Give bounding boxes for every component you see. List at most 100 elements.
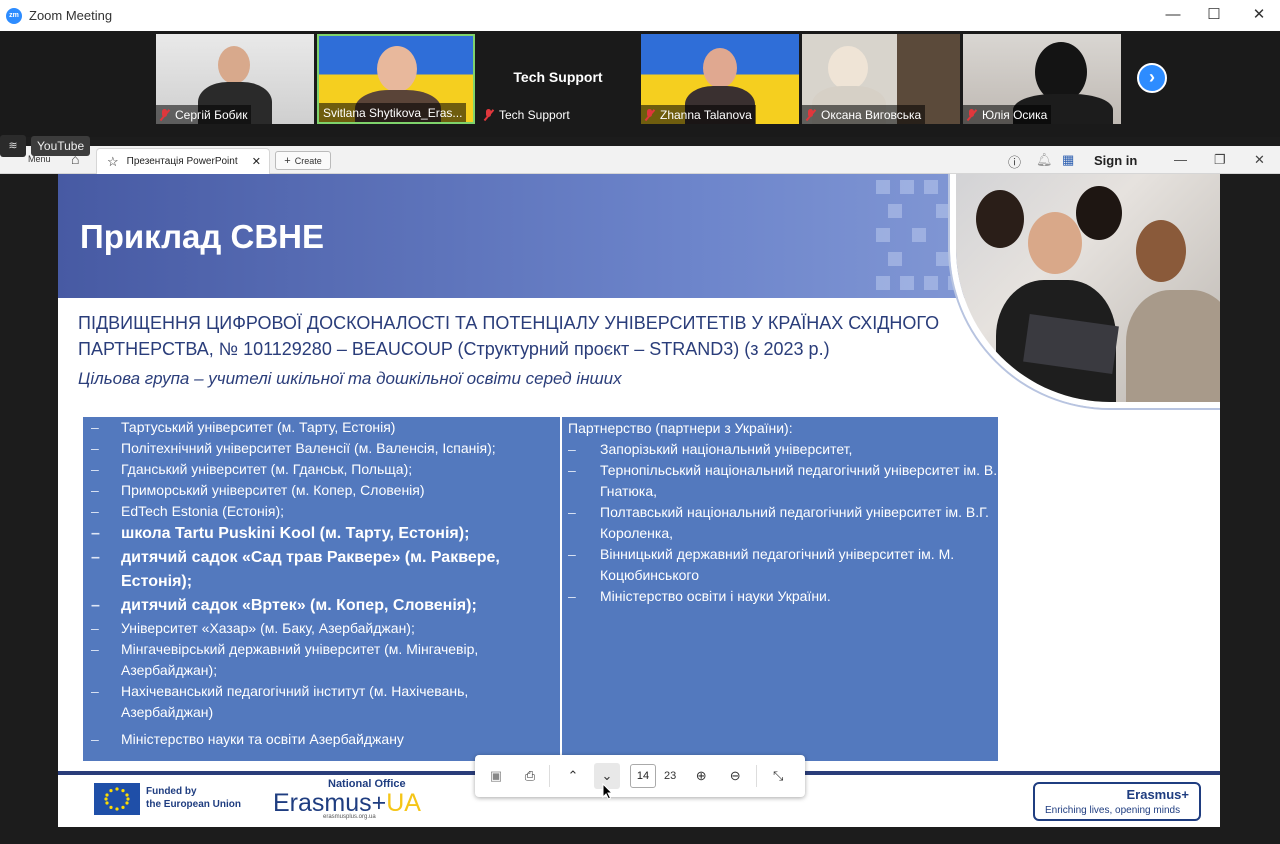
help-icon[interactable]: ⓘ <box>1008 152 1021 171</box>
list-item-text: Нахічеванський педагогічний інститут (м.… <box>121 683 469 720</box>
dash-bullet: – <box>91 503 99 519</box>
erasmus-badge-title: Erasmus+ <box>1126 787 1189 802</box>
video-tile[interactable]: Юлія Осика <box>963 34 1121 124</box>
list-item: – Міністерство науки та освіти Азербайджа… <box>91 729 560 750</box>
browser-tab[interactable]: ☆ Презентація PowerPoint ✕ <box>96 148 270 174</box>
dash-bullet: – <box>91 549 100 566</box>
toolbar-separator <box>549 765 550 787</box>
page-number-input[interactable]: 14 <box>630 764 656 788</box>
target-group-subheading: Цільова група – учителі шкільної та дошк… <box>78 369 622 388</box>
list-item-text: дитячий садок «Сад трав Раквере» (м. Рак… <box>121 549 500 590</box>
dash-bullet: – <box>568 588 576 604</box>
print-icon[interactable]: ⎙ <box>517 763 543 789</box>
dash-bullet: – <box>91 620 99 636</box>
bottom-bar <box>0 827 1280 844</box>
star-icon: ☆ <box>107 153 119 169</box>
mic-muted-icon <box>484 108 493 121</box>
list-item-text: EdTech Estonia (Естонія); <box>121 503 285 519</box>
list-item-text: Міністерство науки та освіти Азербайджан… <box>121 731 404 747</box>
person-head <box>377 46 417 92</box>
list-item-text: дитячий садок «Вртек» (м. Копер, Словені… <box>121 597 477 614</box>
video-tile[interactable]: Zhanna Talanova <box>641 34 799 124</box>
zoom-logo-icon: zm <box>6 7 22 24</box>
person-head <box>1035 42 1087 102</box>
participant-label: Оксана Виговська <box>802 105 926 124</box>
participant-name: Оксана Виговська <box>821 107 922 122</box>
close-button[interactable]: ✕ <box>1247 5 1271 25</box>
eu-flag-icon <box>94 783 140 815</box>
pdf-viewer-toolbar: ▣ ⎙ ⌃ ⌄ 14 23 ⊕ ⊖ ⤡ <box>475 755 805 797</box>
list-item-text: Міністерство освіти і науки України. <box>600 588 831 604</box>
participant-strip: Сергій Бобик Svitlana Shytikova_Eras... … <box>0 31 1280 137</box>
youtube-badge[interactable]: ≋ YouTube <box>0 135 91 157</box>
partners-right-column: Партнерство (партнери з України): – Запор… <box>562 417 998 761</box>
maximize-button[interactable]: ☐ <box>1202 5 1226 25</box>
list-item: – Політехнічний університет Валенсії (м. … <box>91 438 560 459</box>
dash-bullet: – <box>91 525 100 542</box>
person-head <box>828 46 868 90</box>
dash-bullet: – <box>91 482 99 498</box>
participant-display-name: Tech Support <box>513 69 603 85</box>
mic-muted-icon <box>967 108 976 121</box>
apps-grid-icon[interactable]: ▦ <box>1062 152 1074 168</box>
plus-icon: + <box>284 154 291 167</box>
dash-bullet: – <box>91 419 99 435</box>
list-item: – дитячий садок «Вртек» (м. Копер, Словен… <box>91 594 560 618</box>
erasmus-badge: Erasmus+ Enriching lives, opening minds <box>1033 782 1201 821</box>
browser-close-icon[interactable]: ✕ <box>1254 152 1265 168</box>
previous-page-button[interactable]: ⌃ <box>560 763 586 789</box>
exit-fullscreen-icon[interactable]: ⤡ <box>765 763 791 789</box>
students-photo <box>950 174 1220 408</box>
participant-label: Svitlana Shytikova_Eras... <box>319 103 467 122</box>
rss-icon: ≋ <box>0 135 26 157</box>
list-item-text: Вінницький державний педагогічний універ… <box>600 546 955 583</box>
tab-close-icon[interactable]: ✕ <box>252 155 261 168</box>
page-total: 23 <box>664 770 677 782</box>
person-head <box>1028 212 1082 274</box>
zoom-in-icon[interactable]: ⊕ <box>688 763 714 789</box>
list-item: – дитячий садок «Сад трав Раквере» (м. Ра… <box>91 546 560 594</box>
list-item: – Мінгачевірський державний університет (… <box>91 639 560 681</box>
list-item: – Університет «Хазар» (м. Баку, Азербайдж… <box>91 618 560 639</box>
window-title: Zoom Meeting <box>29 8 113 23</box>
list-item: – Міністерство освіти і науки України. <box>568 586 998 607</box>
person-head <box>1076 186 1122 240</box>
project-heading: ПІДВИЩЕННЯ ЦИФРОВОЇ ДОСКОНАЛОСТІ ТА ПОТЕ… <box>78 313 940 359</box>
person-head <box>703 48 737 88</box>
person-body <box>1126 290 1220 402</box>
sign-in-button[interactable]: Sign in <box>1094 153 1137 168</box>
video-tile[interactable]: Оксана Виговська <box>802 34 960 124</box>
zoom-out-icon[interactable]: ⊖ <box>722 763 748 789</box>
minimize-button[interactable]: — <box>1161 5 1185 25</box>
participant-label: Zhanna Talanova <box>641 105 756 124</box>
participant-label: Юлія Осика <box>963 105 1052 124</box>
video-tile-active[interactable]: Svitlana Shytikova_Eras... <box>317 34 475 124</box>
list-item-text: Запорізький національний університет, <box>600 441 853 457</box>
list-item-text: Тернопільський національний педагогічний… <box>600 462 998 499</box>
eu-funding-text: Funded by the European Union <box>146 785 241 811</box>
mouse-cursor-icon <box>602 783 614 800</box>
list-item-text: Тартуський університет (м. Тарту, Естоні… <box>121 419 396 435</box>
browser-minimize-icon[interactable]: — <box>1174 152 1187 167</box>
mic-muted-icon <box>160 108 169 121</box>
list-item: – Вінницький державний педагогічний уніве… <box>568 544 998 586</box>
dash-bullet: – <box>568 441 576 457</box>
eu-line-1: Funded by <box>146 786 197 797</box>
participant-name: Tech Support <box>499 107 570 122</box>
erasmus-url: erasmusplus.org.ua <box>323 814 376 820</box>
partners-table: – Тартуський університет (м. Тарту, Естон… <box>83 417 998 761</box>
dash-bullet: – <box>91 731 99 747</box>
list-item: – Приморський університет (м. Копер, Слов… <box>91 480 560 501</box>
ukraine-partners-header: Партнерство (партнери з України): <box>568 420 793 436</box>
browser-restore-icon[interactable]: ❐ <box>1214 152 1226 168</box>
save-icon[interactable]: ▣ <box>483 763 509 789</box>
create-button[interactable]: + Create <box>275 151 331 170</box>
dash-bullet: – <box>91 683 99 699</box>
list-item: – Запорізький національний університет, <box>568 439 998 460</box>
person-head <box>976 190 1024 248</box>
video-tile[interactable]: Сергій Бобик <box>156 34 314 124</box>
ua-word: UA <box>386 789 421 817</box>
bell-icon[interactable]: 🔔︎ <box>1036 152 1053 168</box>
presentation-slide: Приклад CBHE ПІДВИЩЕННЯ ЦИФРОВОЇ ДОСКОНА… <box>58 174 1220 827</box>
next-participants-button[interactable]: › <box>1137 63 1167 93</box>
